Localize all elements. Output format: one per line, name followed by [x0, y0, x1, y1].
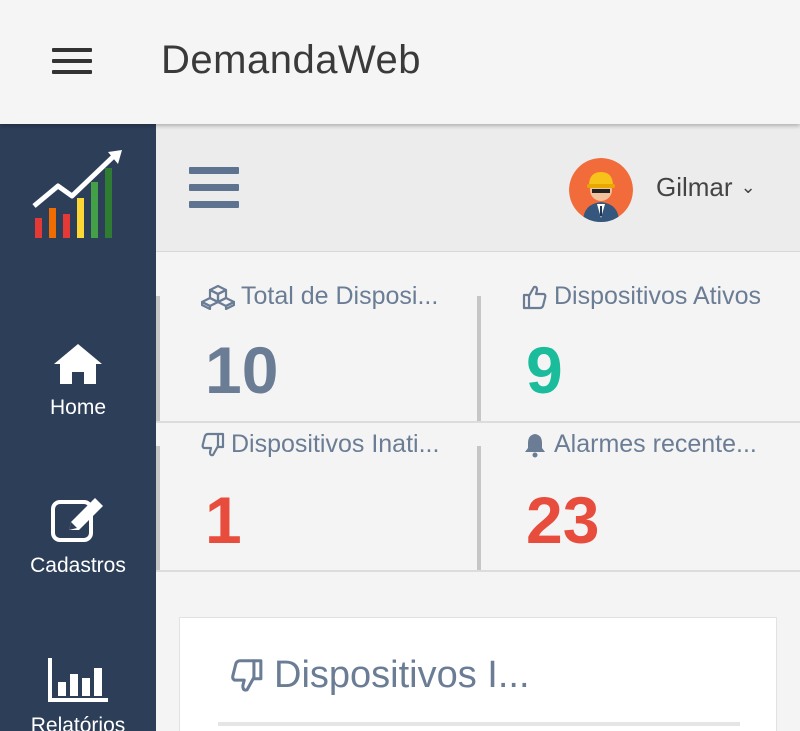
- inactive-devices-panel: Dispositivos I...: [179, 617, 777, 731]
- thumbs-down-icon: [231, 658, 263, 692]
- stat-dispositivos-ativos[interactable]: Dispositivos Ativos 9: [482, 252, 800, 407]
- avatar[interactable]: [569, 158, 633, 222]
- stat-label: Dispositivos Inati...: [231, 430, 440, 458]
- user-menu[interactable]: Gilmar ⌄: [656, 172, 756, 203]
- stat-value: 1: [205, 483, 242, 557]
- stat-label: Total de Disposi...: [241, 282, 439, 310]
- stat-label: Alarmes recente...: [554, 430, 757, 458]
- logo-chart-icon: [32, 150, 122, 238]
- home-icon: [54, 344, 102, 384]
- menu-icon[interactable]: [52, 48, 92, 76]
- divider: [477, 446, 481, 570]
- edit-icon: [51, 498, 103, 542]
- divider: [156, 446, 160, 570]
- sidebar-item-home[interactable]: Home: [0, 342, 156, 420]
- divider: [156, 296, 160, 422]
- divider: [156, 421, 800, 423]
- bell-icon: [525, 433, 545, 457]
- sidebar-item-relatorios[interactable]: Relatórios: [0, 654, 156, 731]
- stat-value: 10: [205, 333, 279, 407]
- content-header: Gilmar ⌄: [156, 124, 800, 252]
- user-name: Gilmar: [656, 172, 733, 202]
- thumbs-down-icon: [201, 432, 225, 456]
- sidebar-item-label: Home: [49, 396, 107, 419]
- stat-label: Dispositivos Ativos: [554, 282, 762, 310]
- divider: [477, 296, 481, 422]
- divider: [218, 722, 740, 726]
- app-title: DemandaWeb: [161, 38, 421, 82]
- stat-value: 9: [526, 333, 563, 407]
- cubes-icon: [201, 284, 235, 310]
- bar-chart-icon: [48, 658, 108, 702]
- sidebar-item-cadastros[interactable]: Cadastros: [0, 496, 156, 578]
- sidebar-item-label: Cadastros: [30, 554, 126, 577]
- thumbs-up-icon: [522, 285, 547, 309]
- sidebar-item-label: Relatórios: [30, 714, 126, 731]
- sidebar-toggle-icon[interactable]: [189, 167, 239, 209]
- chevron-down-icon: ⌄: [740, 177, 756, 197]
- sidebar: Home Cadastros Relatórios: [0, 124, 156, 731]
- stat-total-dispositivos[interactable]: Total de Disposi... 10: [161, 252, 479, 407]
- stat-value: 23: [526, 483, 600, 557]
- divider: [156, 570, 800, 572]
- panel-title: Dispositivos I...: [274, 654, 530, 696]
- top-app-bar: DemandaWeb: [0, 0, 800, 124]
